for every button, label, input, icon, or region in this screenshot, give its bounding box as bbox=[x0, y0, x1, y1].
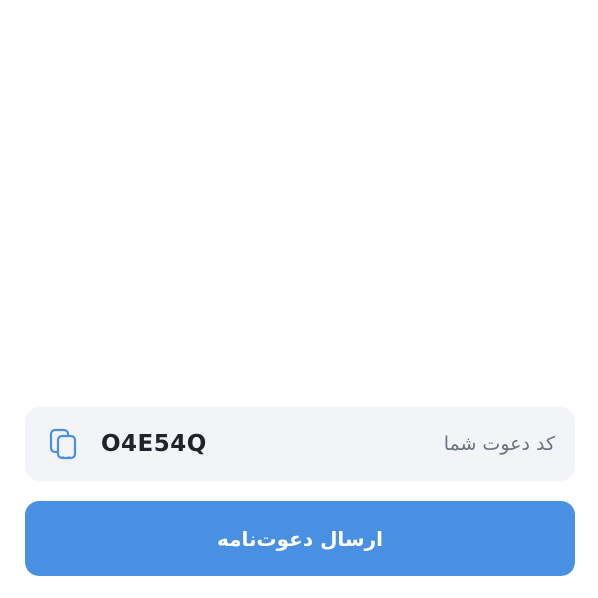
copy-code-button[interactable] bbox=[47, 426, 79, 462]
invite-screen: O4E54Q کد دعوت شما ارسال دعوت‌نامه bbox=[0, 0, 598, 598]
copy-icon bbox=[49, 428, 77, 460]
invite-code-label: کد دعوت شما bbox=[443, 433, 555, 455]
invite-code-value: O4E54Q bbox=[101, 431, 207, 457]
send-invitation-button[interactable]: ارسال دعوت‌نامه bbox=[25, 501, 575, 576]
send-invitation-label: ارسال دعوت‌نامه bbox=[217, 526, 383, 551]
invite-code-card: O4E54Q کد دعوت شما bbox=[25, 407, 575, 481]
invite-code-group: O4E54Q bbox=[47, 426, 207, 462]
